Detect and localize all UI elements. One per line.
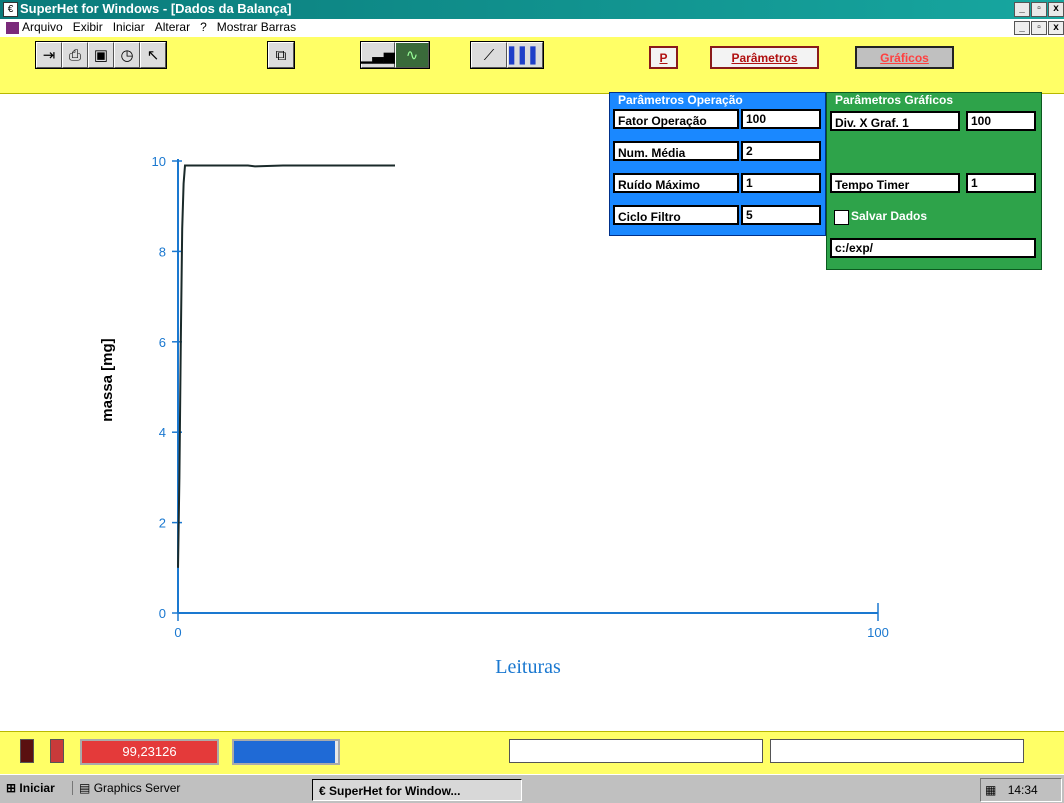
- div-x-field[interactable]: [966, 111, 1036, 131]
- app-icon[interactable]: €: [3, 2, 18, 17]
- bar-chart-icon[interactable]: ▁▃▅: [361, 42, 395, 68]
- windows-logo-icon: ⊞: [6, 781, 17, 795]
- path-field[interactable]: [830, 238, 1036, 258]
- help-pointer-icon[interactable]: ↖: [140, 42, 166, 68]
- mdi-restore-button[interactable]: ▫: [1031, 21, 1047, 35]
- menu-mostrar-barras[interactable]: Mostrar Barras: [217, 20, 296, 34]
- mdi-minimize-button[interactable]: _: [1014, 21, 1030, 35]
- status-field-2: [770, 739, 1024, 763]
- y-tick-label: 10: [152, 154, 166, 169]
- minimize-button[interactable]: _: [1014, 2, 1030, 17]
- num-media-field[interactable]: [741, 141, 821, 161]
- progress-fill: [234, 741, 335, 763]
- window-title: SuperHet for Windows - [Dados da Balança…: [20, 1, 292, 16]
- menu-alterar[interactable]: Alterar: [155, 20, 190, 34]
- graphics-server-label: Graphics Server: [93, 781, 181, 795]
- y-axis-label: massa [mg]: [99, 338, 116, 421]
- close-button[interactable]: x: [1048, 2, 1064, 17]
- params-graficos-title: Parâmetros Gráficos: [835, 93, 954, 107]
- document-icon[interactable]: [6, 22, 19, 34]
- chart-toolbar-group: ▁▃▅ ∿: [360, 41, 430, 69]
- start-button[interactable]: ⊞ Iniciar: [6, 781, 55, 795]
- progress-bar: [232, 739, 340, 765]
- menu-bar: Arquivo Exibir Iniciar Alterar ? Mostrar…: [0, 19, 1064, 37]
- chart-series: [177, 164, 395, 568]
- ciclo-filtro-label: Ciclo Filtro: [613, 205, 739, 225]
- maximize-button[interactable]: ▫: [1031, 2, 1047, 17]
- x-tick-label: 0: [174, 625, 181, 640]
- plot-toolbar-group: ⟋ ▌▌▌: [470, 41, 544, 69]
- tempo-timer-field[interactable]: [966, 173, 1036, 193]
- network-icon[interactable]: ▦: [985, 783, 996, 797]
- y-tick-label: 0: [159, 606, 166, 621]
- taskbar: ⊞ Iniciar ▤ Graphics Server € SuperHet f…: [0, 774, 1064, 803]
- file-toolbar-group: ⇥ ⎙ ▣ ◷ ↖: [35, 41, 167, 69]
- taskbar-app-button[interactable]: € SuperHet for Window...: [312, 779, 522, 801]
- menu-exibir[interactable]: Exibir: [73, 20, 103, 34]
- y-tick-label: 8: [159, 244, 166, 259]
- fator-operacao-label: Fator Operação: [613, 109, 739, 129]
- params-graficos-panel: Parâmetros Gráficos Div. X Graf. 1 Tempo…: [826, 92, 1042, 270]
- num-media-label: Num. Média: [613, 141, 739, 161]
- menu-help[interactable]: ?: [200, 20, 207, 34]
- timer-icon[interactable]: ◷: [114, 42, 140, 68]
- p-button[interactable]: P: [649, 46, 678, 69]
- graficos-button[interactable]: Gráficos: [855, 46, 954, 69]
- salvar-dados-label: Salvar Dados: [851, 209, 928, 223]
- y-tick-label: 4: [159, 425, 166, 440]
- ruido-maximo-field[interactable]: [741, 173, 821, 193]
- tempo-timer-label: Tempo Timer: [830, 173, 960, 193]
- oscilloscope-icon[interactable]: ∿: [395, 42, 429, 68]
- copy-icon[interactable]: ⧉: [268, 42, 294, 68]
- start-label: Iniciar: [19, 781, 55, 795]
- status-indicator-2: [50, 739, 64, 763]
- ruido-maximo-label: Ruído Máximo: [613, 173, 739, 193]
- menu-iniciar[interactable]: Iniciar: [113, 20, 145, 34]
- app-small-icon: €: [319, 784, 330, 798]
- x-axis-label: Leituras: [495, 656, 561, 678]
- params-operacao-title: Parâmetros Operação: [618, 93, 743, 107]
- system-tray: ▦ 14:34: [980, 778, 1062, 802]
- x-tick-label: 100: [867, 625, 889, 640]
- mass-value-display: 99,23126: [80, 739, 219, 765]
- params-operacao-panel: Parâmetros Operação Fator Operação Num. …: [609, 92, 826, 236]
- div-x-label: Div. X Graf. 1: [830, 111, 960, 131]
- menu-arquivo[interactable]: Arquivo: [22, 20, 63, 34]
- series-line: [177, 164, 395, 568]
- copy-toolbar-group: ⧉: [267, 41, 295, 69]
- bars-icon[interactable]: ▌▌▌: [507, 42, 543, 68]
- status-indicator-1: [20, 739, 34, 763]
- y-tick-label: 2: [159, 516, 166, 531]
- line-chart-icon[interactable]: ⟋: [471, 42, 507, 68]
- mdi-close-button[interactable]: x: [1048, 21, 1064, 35]
- exit-icon[interactable]: ⇥: [36, 42, 62, 68]
- parametros-button[interactable]: Parâmetros: [710, 46, 819, 69]
- graphics-server-icon: ▤: [79, 781, 91, 795]
- title-bar: € SuperHet for Windows - [Dados da Balan…: [0, 0, 1064, 19]
- y-tick-label: 6: [159, 335, 166, 350]
- print-icon[interactable]: ⎙: [62, 42, 88, 68]
- fator-operacao-field[interactable]: [741, 109, 821, 129]
- salvar-dados-checkbox[interactable]: [834, 210, 849, 225]
- ciclo-filtro-field[interactable]: [741, 205, 821, 225]
- taskbar-app-label: SuperHet for Window...: [329, 784, 461, 798]
- save-icon[interactable]: ▣: [88, 42, 114, 68]
- clock: 14:34: [1007, 783, 1038, 797]
- status-bar: 99,23126: [0, 731, 1064, 775]
- toolbar: ⇥ ⎙ ▣ ◷ ↖ ⧉ ▁▃▅ ∿ ⟋ ▌▌▌ P Parâmetros Grá…: [0, 37, 1064, 94]
- graphics-server-item[interactable]: ▤ Graphics Server: [72, 781, 180, 795]
- status-field-1: [509, 739, 763, 763]
